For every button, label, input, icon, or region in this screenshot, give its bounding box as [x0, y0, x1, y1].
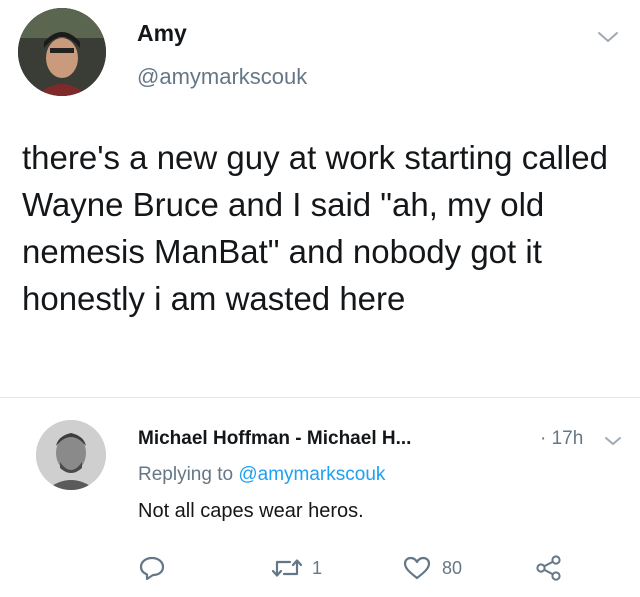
separator-dot: · — [540, 428, 547, 449]
reply-time[interactable]: 17h — [552, 428, 584, 449]
author-handle[interactable]: @amymarkscouk — [137, 64, 307, 90]
share-icon — [536, 555, 561, 581]
like-button[interactable]: 80 — [402, 554, 462, 582]
action-bar: 1 80 — [0, 548, 640, 588]
share-button[interactable] — [534, 554, 564, 582]
author-name[interactable]: Amy — [137, 20, 187, 47]
chevron-down-icon[interactable] — [604, 434, 622, 448]
retweet-button[interactable]: 1 — [270, 554, 322, 582]
reply-bubble-icon — [139, 556, 165, 581]
reply-author-name-text[interactable]: Michael Hoffman - Michael H... — [138, 428, 411, 449]
retweet-count: 1 — [312, 557, 323, 578]
reply-button[interactable] — [138, 554, 166, 582]
tweet-text: there's a new guy at work starting calle… — [22, 139, 608, 317]
avatar-photo-icon — [18, 8, 106, 96]
author-avatar[interactable] — [18, 8, 106, 96]
like-count: 80 — [442, 557, 463, 578]
reply-author-name[interactable]: Michael Hoffman - Michael H... — [138, 428, 411, 450]
replying-handle-link[interactable]: @amymarkscouk — [238, 464, 385, 485]
avatar-photo-icon — [36, 420, 106, 490]
reply-tweet: Michael Hoffman - Michael H... · 17h Rep… — [0, 398, 640, 597]
reply-text: Not all capes wear heros. — [138, 500, 364, 522]
reply-timestamp[interactable]: · 17h — [540, 428, 583, 450]
reply-author-avatar[interactable] — [36, 420, 106, 490]
replying-to: Replying to @amymarkscouk — [138, 464, 385, 486]
heart-icon — [403, 556, 431, 580]
main-tweet: Amy @amymarkscouk there's a new guy at w… — [0, 0, 640, 397]
retweet-icon — [271, 559, 303, 577]
replying-prefix: Replying to — [138, 464, 234, 485]
chevron-down-icon[interactable] — [596, 28, 620, 46]
